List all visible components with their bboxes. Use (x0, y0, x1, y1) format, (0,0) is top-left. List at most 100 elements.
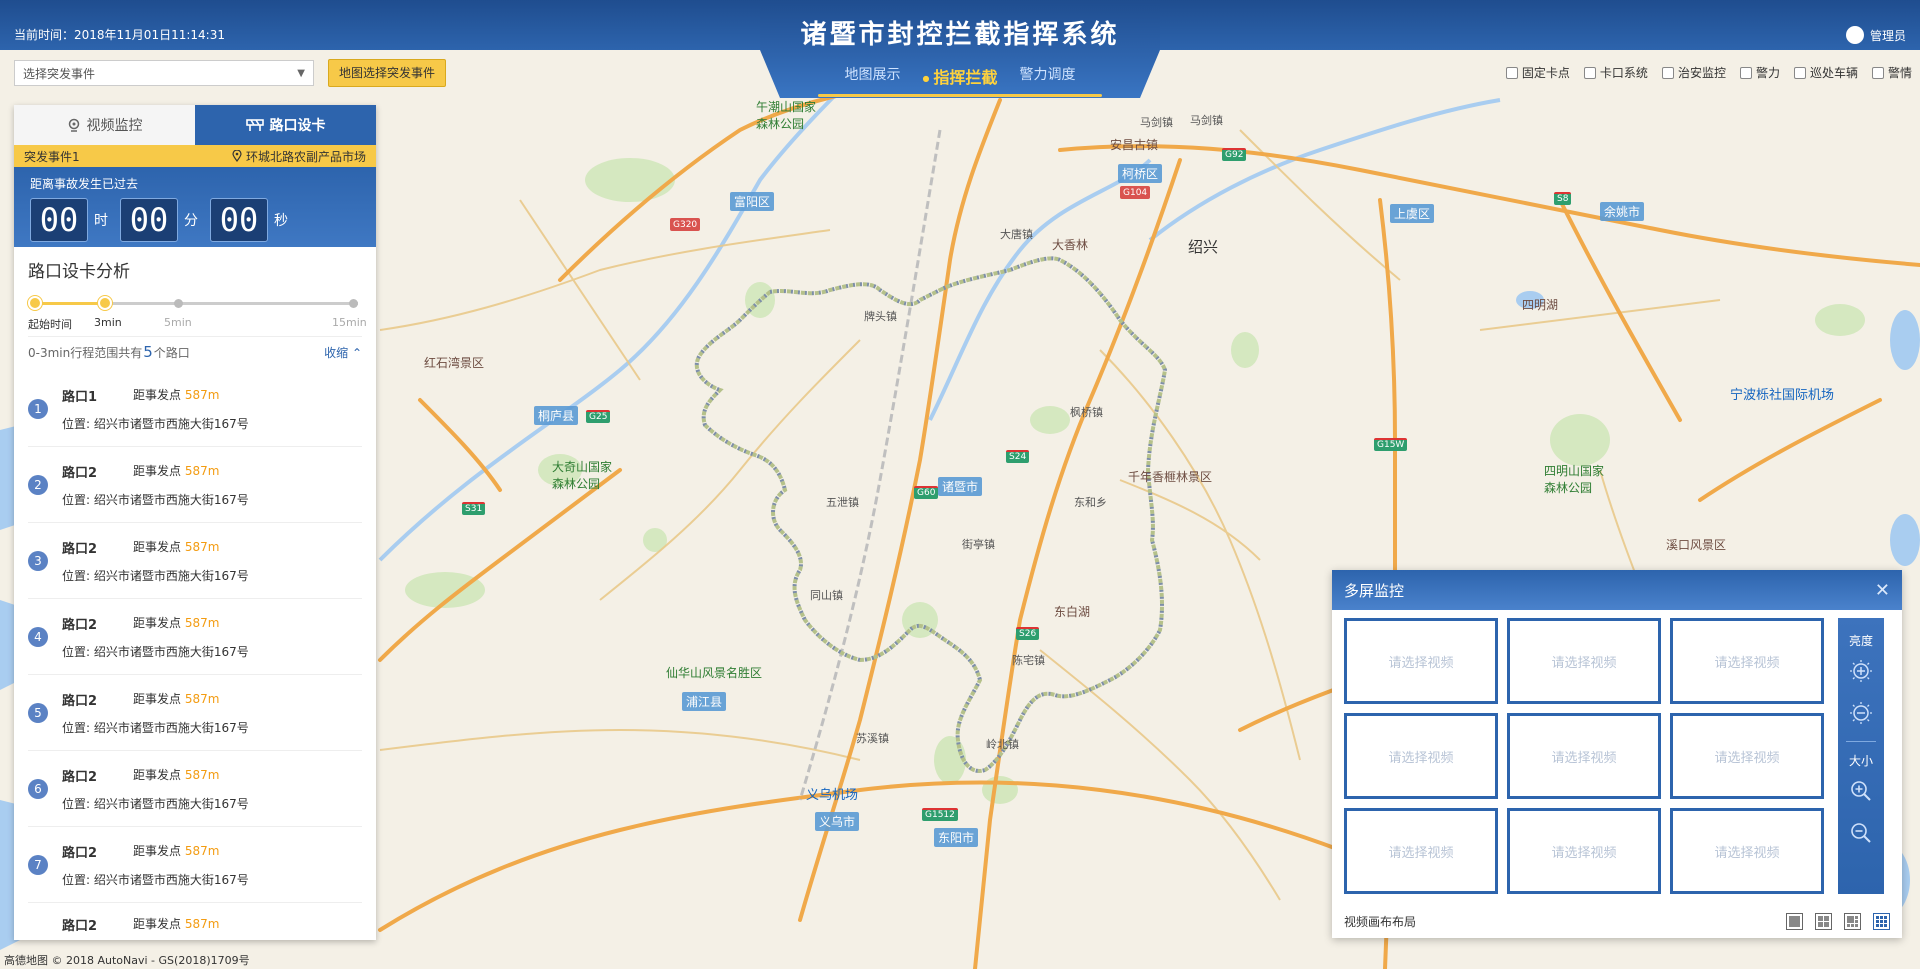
nav-police-dispatch[interactable]: 警力调度 (1020, 64, 1076, 88)
intersection-item[interactable]: 7 路口2 距事发点 587m 位置: 绍兴市诸暨市西施大街167号 (28, 827, 362, 903)
video-slot[interactable]: 请选择视频 (1670, 618, 1824, 704)
layer-toggle-incidents[interactable]: 警情 (1871, 64, 1912, 81)
brightness-down-icon[interactable] (1847, 699, 1875, 727)
item-distance: 距事发点 587m (133, 386, 219, 405)
video-slot[interactable]: 请选择视频 (1344, 808, 1498, 894)
intersection-item[interactable]: 5 路口2 距事发点 587m 位置: 绍兴市诸暨市西施大街167号 (28, 675, 362, 751)
checkbox[interactable] (1871, 66, 1884, 79)
map-copyright: 高德地图 © 2018 AutoNavi - GS(2018)1709号 (4, 954, 250, 967)
analysis-section: 路口设卡分析 起始时间 3min 5min 15min 0-3min行程范围共有… (14, 247, 376, 371)
video-slot[interactable]: 请选择视频 (1507, 618, 1661, 704)
layer-toggle-security-camera[interactable]: 治安监控 (1661, 64, 1726, 81)
layer-toggle-patrol-vehicles[interactable]: 巡处车辆 (1793, 64, 1858, 81)
zoom-in-icon[interactable] (1847, 777, 1875, 805)
checkbox[interactable] (1661, 66, 1674, 79)
distance-value: 587m (184, 387, 220, 402)
time-range-slider[interactable]: 起始时间 3min 5min 15min (28, 296, 367, 332)
highway-shield: S24 (1006, 450, 1030, 463)
map-city-label: 诸暨市 (938, 477, 983, 496)
close-icon[interactable]: ✕ (1875, 580, 1890, 601)
nav-map-display[interactable]: 地图展示 (845, 64, 901, 88)
video-slot[interactable]: 请选择视频 (1507, 713, 1661, 799)
layer-label: 固定卡点 (1521, 66, 1570, 80)
item-name: 路口2 (62, 541, 98, 557)
item-index: 1 (28, 398, 48, 419)
checkbox[interactable] (1739, 66, 1752, 79)
highway-shield: G320 (670, 218, 701, 231)
user-menu[interactable]: 管理员 (1845, 26, 1906, 44)
tab-video-monitoring[interactable]: 视频监控 (14, 105, 195, 145)
intersection-item[interactable]: 4 路口2 距事发点 587m 位置: 绍兴市诸暨市西施大街167号 (28, 599, 362, 675)
item-distance: 距事发点 587m (133, 462, 219, 481)
intersection-item[interactable]: 3 路口2 距事发点 587m 位置: 绍兴市诸暨市西施大街167号 (28, 523, 362, 599)
layer-label: 治安监控 (1677, 66, 1726, 80)
item-distance: 距事发点 587m (133, 538, 219, 557)
item-name: 路口2 (62, 845, 98, 861)
slider-stop[interactable] (174, 299, 183, 308)
slider-label: 5min (164, 316, 192, 329)
layout-footer: 视频画布布局 (1344, 913, 1890, 930)
item-name: 路口1 (62, 389, 98, 405)
elapsed-seconds: 00 (210, 198, 268, 242)
collapse-button[interactable]: 收缩 ⌃ (324, 344, 362, 361)
elapsed-label: 距离事故发生已过去 (30, 177, 139, 191)
checkbox[interactable] (1583, 66, 1596, 79)
size-label: 大小 (1848, 754, 1873, 768)
slider-end-handle[interactable] (98, 296, 112, 310)
event-strip: 突发事件1 环城北路农副产品市场 (14, 145, 376, 167)
layer-toggle-bayonet[interactable]: 卡口系统 (1583, 64, 1648, 81)
zoom-out-icon[interactable] (1847, 819, 1875, 847)
video-slot[interactable]: 请选择视频 (1670, 808, 1824, 894)
layer-label: 巡处车辆 (1809, 66, 1858, 80)
checkbox[interactable] (1505, 66, 1518, 79)
distance-value: 587m (184, 691, 220, 706)
layer-toggle-fixed-checkpoint[interactable]: 固定卡点 (1505, 64, 1570, 81)
layout-3x3-icon[interactable] (1873, 913, 1890, 930)
layer-toggle-police-force[interactable]: 警力 (1739, 64, 1780, 81)
video-slot[interactable]: 请选择视频 (1507, 808, 1661, 894)
slider-start-handle[interactable] (28, 296, 42, 310)
event-select[interactable]: 选择突发事件 ▼ (14, 60, 314, 86)
layout-label: 视频画布布局 (1344, 915, 1417, 929)
layout-2x2-icon[interactable] (1815, 913, 1832, 930)
brightness-up-icon[interactable] (1847, 657, 1875, 685)
intersection-item[interactable]: 2 路口2 距事发点 587m 位置: 绍兴市诸暨市西施大街167号 (28, 447, 362, 523)
map-city-label: 浦江县 (682, 692, 727, 711)
checkbox[interactable] (1793, 66, 1806, 79)
map-select-event-button[interactable]: 地图选择突发事件 (328, 59, 447, 87)
nav-command-intercept[interactable]: 指挥拦截 (923, 64, 997, 88)
intersection-item[interactable]: 6 路口2 距事发点 587m 位置: 绍兴市诸暨市西施大街167号 (28, 751, 362, 827)
layout-1plus5-icon[interactable] (1844, 913, 1861, 930)
item-address: 位置: 绍兴市诸暨市西施大街167号 (62, 872, 249, 887)
tab-intersection-checkpoint[interactable]: 路口设卡 (195, 105, 376, 145)
highway-shield: G25 (586, 410, 611, 423)
video-slot[interactable]: 请选择视频 (1344, 618, 1498, 704)
title-wing-accent (818, 94, 1102, 97)
map-place-label: 千年香榧林景区 (1128, 470, 1213, 484)
barrier-icon (245, 119, 264, 131)
location-pin-icon (232, 150, 242, 162)
intersection-item[interactable]: 1 路口1 距事发点 587m 位置: 绍兴市诸暨市西施大街167号 (28, 371, 362, 447)
summary-prefix: 0-3min行程范围共有 (28, 345, 143, 360)
distance-value: 587m (184, 615, 220, 630)
video-slot[interactable]: 请选择视频 (1344, 713, 1498, 799)
map-place-label: 安昌古镇 (1110, 138, 1159, 152)
map-city-label: 东阳市 (934, 828, 979, 847)
event-location-text: 环城北路农副产品市场 (245, 149, 366, 164)
map-place-label: 苏溪镇 (856, 732, 889, 745)
highway-shield: G104 (1120, 186, 1151, 199)
item-index: 7 (28, 854, 48, 875)
intersection-item[interactable]: 8 路口2距事发点 587m (28, 903, 362, 940)
item-address: 位置: 绍兴市诸暨市西施大街167号 (62, 568, 249, 583)
video-slot[interactable]: 请选择视频 (1670, 713, 1824, 799)
item-name: 路口2 (62, 617, 98, 633)
map-place-label: 仙华山风景名胜区 (666, 666, 763, 680)
event-name: 突发事件1 (24, 149, 80, 164)
distance-label: 距事发点 (133, 615, 182, 630)
avatar-icon (1845, 26, 1864, 44)
map-place-label: 大香林 (1052, 238, 1089, 252)
event-select-placeholder: 选择突发事件 (23, 66, 96, 81)
slider-stop[interactable] (349, 299, 358, 308)
current-time: 当前时间：2018年11月01日11:14:31 (14, 28, 225, 42)
layout-1x1-icon[interactable] (1786, 913, 1803, 930)
